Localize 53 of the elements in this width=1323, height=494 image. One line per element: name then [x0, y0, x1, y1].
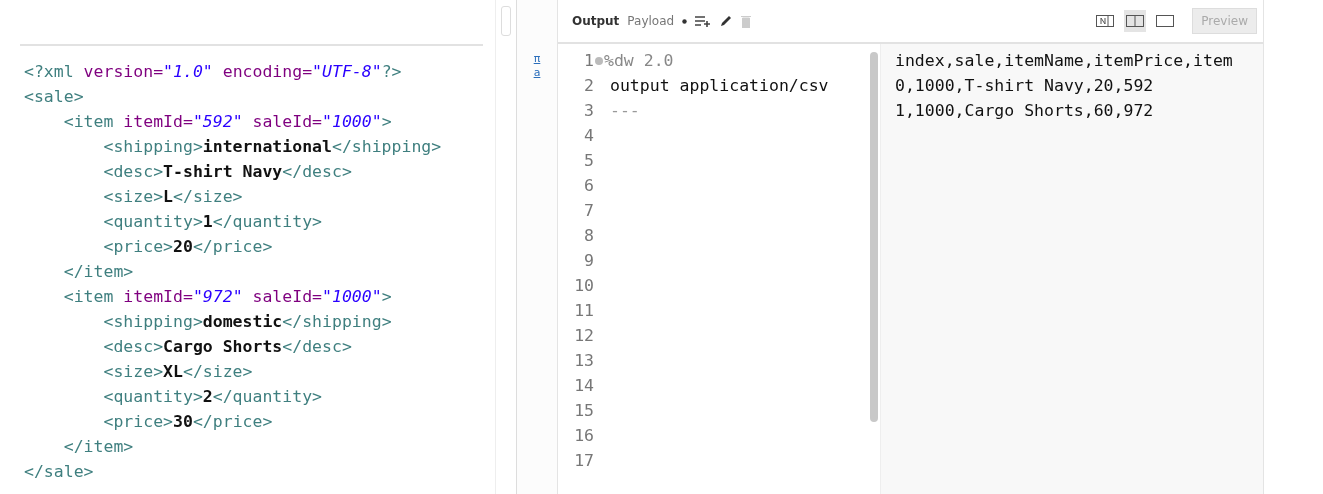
code-line: <shipping>domestic</shipping>	[102, 311, 392, 333]
code-line: <quantity>2</quantity>	[102, 386, 323, 408]
line-number: 17	[573, 450, 594, 472]
line-number: 16	[573, 425, 594, 447]
line-number: 14	[573, 375, 594, 397]
line-number: 10	[573, 275, 594, 297]
code-line: </item>	[62, 261, 134, 283]
line-number: 1	[583, 50, 594, 72]
line-number: 15	[573, 400, 594, 422]
layout-icon	[1096, 15, 1115, 27]
code-line: %dw 2.0	[604, 50, 674, 72]
output-line: 0,1000,T-shirt Navy,20,592	[895, 75, 1154, 97]
output-line: 1,1000,Cargo Shorts,60,972	[895, 100, 1154, 122]
line-number: 9	[583, 250, 594, 272]
line-number: 2	[583, 75, 594, 97]
line-number: 13	[573, 350, 594, 372]
output-label: Output	[572, 14, 620, 28]
code-line: </sale>	[24, 461, 94, 483]
code-line: <price>30</price>	[102, 411, 273, 433]
single-view-icon	[1156, 15, 1175, 27]
pencil-icon[interactable]	[719, 14, 734, 28]
code-line: </item>	[62, 436, 134, 458]
code-line: <size>XL</size>	[102, 361, 253, 383]
code-line: <sale>	[24, 86, 84, 108]
layout-button[interactable]	[1124, 10, 1147, 32]
line-number: 12	[573, 325, 594, 347]
line-number: 8	[583, 225, 594, 247]
line-number: 3	[583, 100, 594, 122]
code-line: <quantity>1</quantity>	[102, 211, 323, 233]
code-line: <desc>T-shirt Navy</desc>	[102, 161, 352, 183]
add-lines-icon[interactable]	[695, 15, 712, 27]
line-number: 6	[583, 175, 594, 197]
code-line: <price>20</price>	[102, 236, 273, 258]
caret-icon[interactable]	[682, 18, 688, 24]
line-number: 4	[583, 125, 594, 147]
code-line: output application/csv	[609, 75, 829, 97]
code-line: <?xml version="1.0" encoding="UTF-8"?>	[24, 61, 402, 83]
scrollbar-thumb[interactable]	[870, 52, 878, 422]
code-line: ---	[609, 100, 640, 122]
payload-dropdown[interactable]: Payload	[627, 14, 675, 28]
code-line: <desc>Cargo Shorts</desc>	[102, 336, 352, 358]
line-number: 5	[583, 150, 594, 172]
split-view-icon	[1126, 15, 1145, 27]
code-line: <shipping>international</shipping>	[102, 136, 442, 158]
code-line: <item itemId="592" saleId="1000">	[62, 111, 392, 133]
output-line: index,sale,itemName,itemPrice,item	[895, 50, 1233, 72]
line-number: 11	[573, 300, 594, 322]
splitter-handle[interactable]	[501, 6, 511, 36]
side-link[interactable]: π	[533, 52, 541, 66]
line-number: 7	[583, 200, 594, 222]
code-line: <item itemId="972" saleId="1000">	[62, 286, 392, 308]
side-link[interactable]: a	[533, 66, 541, 80]
code-line: <size>L</size>	[102, 186, 243, 208]
